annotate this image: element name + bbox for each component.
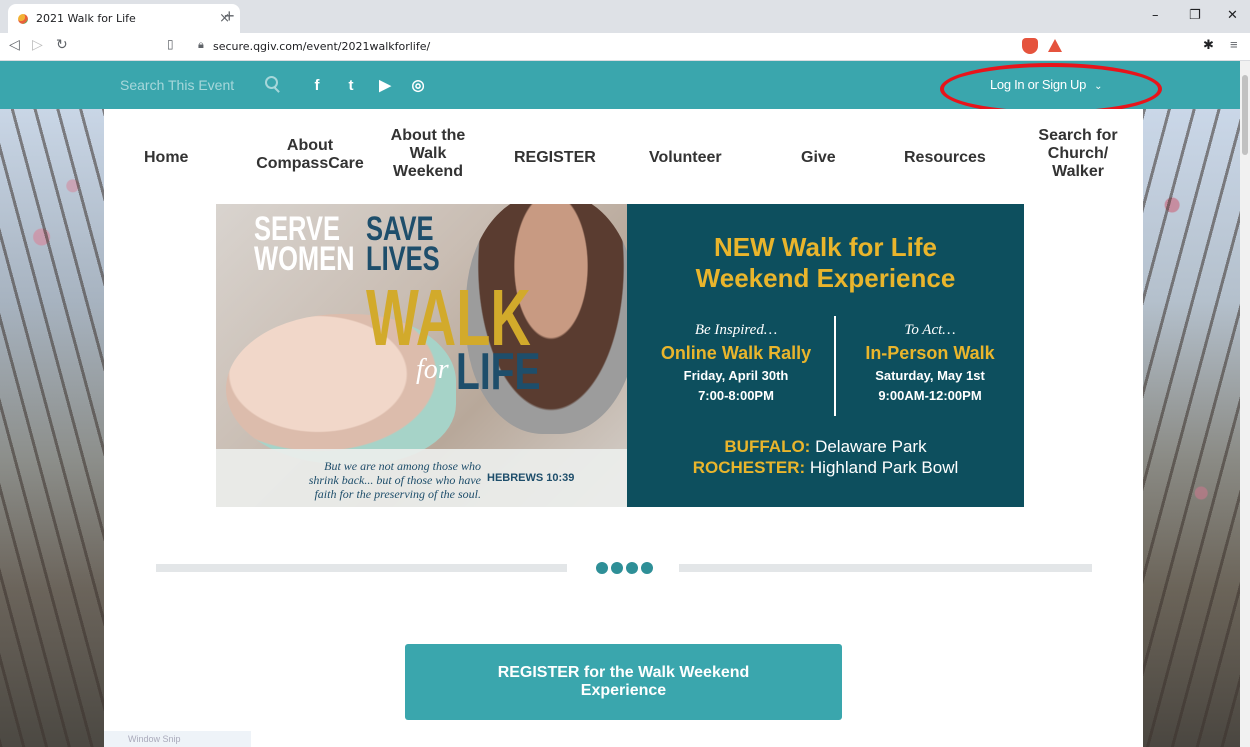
minimize-button[interactable]: – xyxy=(1152,8,1159,23)
close-window-button[interactable]: ✕ xyxy=(1227,8,1238,23)
scripture-quote: But we are not among those who shrink ba… xyxy=(256,459,481,501)
nav-about-label-1: About xyxy=(286,137,334,154)
nav-walk-label-2: Walk xyxy=(409,145,447,162)
in-person-name: In-Person Walk xyxy=(865,343,995,363)
address-bar: ◁ ▷ ↻ ▯ 🔒︎ secure.qgiv.com/event/2021wal… xyxy=(0,33,1250,61)
web-page: Search This Event f t ▶ ◎ Log In or Sign… xyxy=(0,61,1240,747)
quote-line-3: faith for the preserving of the soul. xyxy=(314,487,481,501)
event-title-line-1: NEW Walk for Life xyxy=(714,232,937,262)
rochester-place: Highland Park Bowl xyxy=(809,458,959,477)
maximize-button[interactable]: ❐ xyxy=(1189,8,1201,23)
url-field[interactable]: secure.qgiv.com/event/2021walkforlife/ xyxy=(213,40,430,53)
online-rally-time: 7:00-8:00PM xyxy=(698,388,774,403)
nav-volunteer[interactable]: Volunteer xyxy=(649,149,722,167)
search-input[interactable]: Search This Event xyxy=(120,77,234,93)
serve-women-text: SERVE WOMEN xyxy=(254,212,355,278)
for-logo-text: for xyxy=(416,354,449,385)
highlight-circle xyxy=(940,63,1162,115)
nav-volunteer-label: Volunteer xyxy=(649,149,722,166)
location-rochester: ROCHESTER: Highland Park Bowl xyxy=(627,457,1024,478)
nav-resources[interactable]: Resources xyxy=(904,149,986,167)
serve-line-2: WOMEN xyxy=(254,240,355,278)
location-buffalo: BUFFALO: Delaware Park xyxy=(627,436,1024,457)
nav-home-label: Home xyxy=(144,149,189,166)
online-rally-date: Friday, April 30th xyxy=(683,368,789,383)
background-photo-left xyxy=(0,109,104,747)
online-rally-subtitle: Be Inspired… xyxy=(694,322,778,338)
main-nav: Home About CompassCare About the Walk We… xyxy=(104,109,1143,199)
slider-track-left xyxy=(156,564,567,572)
nav-search-church-walker[interactable]: Search for Church/ Walker xyxy=(1026,127,1130,181)
background-photo-right xyxy=(1143,109,1240,747)
youtube-icon[interactable]: ▶ xyxy=(376,76,394,94)
browser-tab[interactable]: 2021 Walk for Life × xyxy=(8,4,240,33)
buffalo-place: Delaware Park xyxy=(815,437,927,456)
life-logo-text: LIFE xyxy=(456,343,541,401)
search-icon[interactable] xyxy=(265,76,278,89)
nav-register-label: REGISTER xyxy=(514,149,596,166)
slider-dot-2[interactable] xyxy=(611,562,623,574)
buffalo-label: BUFFALO: xyxy=(724,437,811,456)
new-tab-button[interactable]: + xyxy=(224,6,235,27)
rochester-label: ROCHESTER: xyxy=(692,458,806,477)
nav-give[interactable]: Give xyxy=(801,149,836,167)
quote-line-1: But we are not among those who xyxy=(324,459,481,473)
scripture-reference: HEBREWS 10:39 xyxy=(487,472,575,484)
lock-icon: 🔒︎ xyxy=(198,39,204,51)
register-cta-label: REGISTER for the Walk Weekend Experience xyxy=(497,664,750,699)
instagram-icon[interactable]: ◎ xyxy=(409,76,427,94)
save-line-2: LIVES xyxy=(366,240,440,278)
nav-home[interactable]: Home xyxy=(144,149,188,167)
event-title: NEW Walk for Life Weekend Experience xyxy=(627,232,1024,294)
nav-about-label-2: CompassCare xyxy=(256,155,364,172)
tab-title: 2021 Walk for Life xyxy=(36,12,136,25)
scrollbar-thumb[interactable] xyxy=(1242,75,1248,155)
page-scrollbar[interactable] xyxy=(1240,61,1250,747)
browser-tab-bar: 2021 Walk for Life × + – ❐ ✕ xyxy=(0,0,1250,33)
hero-photo-panel: SERVE WOMEN SAVE LIVES WALK for LIFE But… xyxy=(216,204,627,507)
twitter-icon[interactable]: t xyxy=(342,76,360,94)
bookmark-icon[interactable]: ▯ xyxy=(167,37,174,51)
back-icon[interactable]: ◁ xyxy=(9,37,20,53)
facebook-icon[interactable]: f xyxy=(308,76,326,94)
nav-search-label-3: Walker xyxy=(1052,163,1104,180)
brave-shield-icon[interactable] xyxy=(1022,38,1038,54)
window-snip-tooltip: Window Snip xyxy=(104,731,251,747)
nav-walk-label-3: Weekend xyxy=(393,163,463,180)
nav-about-compasscare[interactable]: About CompassCare xyxy=(250,137,370,173)
slider-dot-3[interactable] xyxy=(626,562,638,574)
reload-icon[interactable]: ↻ xyxy=(56,37,68,53)
online-rally-name: Online Walk Rally xyxy=(660,343,812,363)
in-person-date: Saturday, May 1st xyxy=(875,368,985,383)
event-title-line-2: Weekend Experience xyxy=(695,263,956,293)
nav-about-walk-weekend[interactable]: About the Walk Weekend xyxy=(380,127,476,181)
nav-search-label-2: Church/ xyxy=(1047,145,1109,162)
in-person-walk-info: To Act… In-Person Walk Saturday, May 1st… xyxy=(835,322,1025,404)
nav-register[interactable]: REGISTER xyxy=(514,149,596,167)
event-locations: BUFFALO: Delaware Park ROCHESTER: Highla… xyxy=(627,436,1024,478)
save-lives-text: SAVE LIVES xyxy=(366,212,440,278)
site-topbar: Search This Event f t ▶ ◎ Log In or Sign… xyxy=(104,61,1162,115)
in-person-time: 9:00AM-12:00PM xyxy=(878,388,982,403)
hero-banner[interactable]: SERVE WOMEN SAVE LIVES WALK for LIFE But… xyxy=(216,204,1024,507)
nav-give-label: Give xyxy=(801,149,836,166)
register-cta-button[interactable]: REGISTER for the Walk Weekend Experience xyxy=(405,644,842,720)
in-person-subtitle: To Act… xyxy=(904,322,956,338)
nav-resources-label: Resources xyxy=(904,149,986,166)
event-info-panel: NEW Walk for Life Weekend Experience Be … xyxy=(627,204,1024,507)
online-rally-info: Be Inspired… Online Walk Rally Friday, A… xyxy=(641,322,831,404)
slider-dot-1[interactable] xyxy=(596,562,608,574)
slider-dot-4[interactable] xyxy=(641,562,653,574)
favicon-icon xyxy=(18,13,28,24)
nav-walk-label-1: About the xyxy=(390,127,466,144)
slider-track-right xyxy=(679,564,1092,572)
brave-rewards-icon[interactable] xyxy=(1048,39,1062,52)
nav-search-label-1: Search for xyxy=(1038,127,1118,144)
browser-menu-icon[interactable]: ≡ xyxy=(1230,37,1238,52)
main-content: Home About CompassCare About the Walk We… xyxy=(104,109,1143,747)
quote-line-2: shrink back... but of those who have xyxy=(308,473,481,487)
forward-icon[interactable]: ▷ xyxy=(32,37,43,53)
extensions-icon[interactable]: ✱ xyxy=(1203,37,1214,53)
